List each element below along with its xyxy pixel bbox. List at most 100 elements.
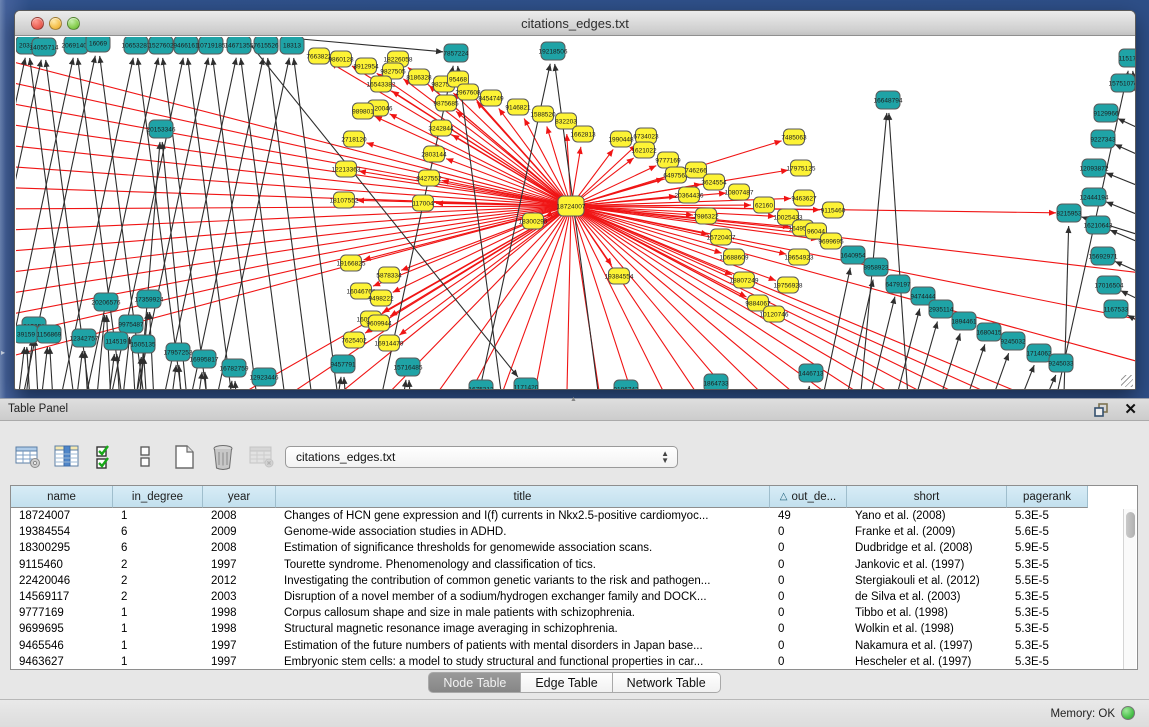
graph-edge[interactable]: [202, 58, 289, 389]
column-header-label: title: [514, 491, 532, 503]
graph-edge[interactable]: [16, 55, 571, 206]
graph-node-label: 3242844: [428, 126, 454, 133]
graph-edge[interactable]: [188, 58, 241, 389]
scrollbar-thumb[interactable]: [1126, 512, 1135, 538]
table-type-tabs: Node TableEdge TableNetwork Table: [0, 672, 1149, 693]
column-header-pagerank[interactable]: pagerank: [1007, 486, 1088, 508]
graph-node-label: 832203: [555, 119, 577, 126]
table-row[interactable]: 911546021997Tourette syndrome. Phenomeno…: [11, 557, 1137, 573]
table-row[interactable]: 1872400712008Changes of HCN gene express…: [11, 508, 1137, 524]
edge-arrowhead: [28, 58, 34, 65]
graph-edge[interactable]: [571, 206, 776, 281]
column-header-in-degree[interactable]: in_degree: [113, 486, 203, 508]
splitter-handle-icon[interactable]: ▲: [570, 396, 577, 403]
graph-edge[interactable]: [213, 58, 266, 389]
graph-node-label: 17359924: [135, 297, 164, 304]
edge-arrowhead: [784, 196, 791, 202]
memory-status-label: Memory: OK: [1050, 708, 1115, 720]
table-row[interactable]: 969969511998Structural magnetic resonanc…: [11, 621, 1137, 637]
column-header-title[interactable]: title: [276, 486, 770, 508]
graph-edge[interactable]: [1134, 90, 1135, 118]
table-cell-short: Yano et al. (2008): [847, 510, 1007, 522]
edge-arrowhead: [179, 58, 185, 65]
table-row[interactable]: 2242004622012Investigating the contribut…: [11, 573, 1137, 589]
graph-edge[interactable]: [390, 114, 571, 206]
window-titlebar[interactable]: citations_edges.txt: [15, 11, 1135, 36]
graph-edge[interactable]: [571, 206, 1135, 327]
graph-edge[interactable]: [1118, 118, 1135, 148]
column-header-name[interactable]: name: [11, 486, 113, 508]
graph-edge[interactable]: [1133, 71, 1135, 389]
graph-node-label: 9699695: [818, 239, 844, 246]
table-row[interactable]: 1830029562008Estimation of significance …: [11, 540, 1137, 556]
graph-node-label: 114519: [105, 339, 127, 346]
table-row[interactable]: 1938455462009Genome-wide association stu…: [11, 524, 1137, 540]
graph-edge[interactable]: [16, 206, 571, 209]
graph-node-label: 1714062: [1026, 351, 1052, 358]
column-header-year[interactable]: year: [203, 486, 276, 508]
graph-edge[interactable]: [107, 315, 115, 389]
float-panel-icon[interactable]: [1094, 402, 1111, 417]
graph-edge[interactable]: [566, 206, 571, 389]
column-header-label: name: [47, 491, 76, 503]
graph-node-label: 20153346: [147, 127, 176, 134]
edge-arrowhead: [341, 377, 347, 384]
window-resize-grip[interactable]: [1121, 375, 1133, 387]
graph-edge[interactable]: [571, 206, 966, 389]
graph-edge[interactable]: [268, 58, 321, 389]
graph-edge[interactable]: [799, 386, 809, 389]
graph-edge[interactable]: [188, 372, 202, 389]
select-all-icon[interactable]: [92, 443, 120, 471]
close-panel-icon[interactable]: ✕: [1124, 400, 1137, 418]
table-row[interactable]: 946554611997Estimation of the future num…: [11, 638, 1137, 654]
sort-ascending-icon: △: [780, 491, 788, 502]
graph-node-label: 5878334: [376, 273, 402, 280]
column-header-short[interactable]: short: [847, 486, 1007, 508]
graph-node-label: 18724007: [557, 204, 586, 211]
graph-node-label: 1864733: [703, 381, 729, 388]
table-selector-dropdown[interactable]: citations_edges.txt ▲▼: [285, 446, 678, 468]
graph-edge[interactable]: [919, 333, 960, 389]
new-table-icon[interactable]: [170, 443, 198, 471]
show-columns-icon[interactable]: [53, 443, 81, 471]
graph-node-label: 9457791: [330, 362, 356, 369]
graph-edge[interactable]: [90, 315, 105, 389]
memory-status-indicator-icon[interactable]: [1121, 706, 1135, 720]
table-row[interactable]: 946362711997Embryonic stem cells: a mode…: [11, 654, 1137, 670]
graph-node-label: 2967608: [455, 90, 481, 97]
table-cell-short: Nakamura et al. (1997): [847, 640, 1007, 652]
graph-edge[interactable]: [1115, 144, 1135, 174]
graph-edge[interactable]: [526, 206, 571, 389]
graph-edge[interactable]: [571, 206, 806, 389]
graph-node-label: 12093872: [1080, 166, 1109, 173]
graph-edge[interactable]: [375, 116, 571, 206]
graph-edge[interactable]: [1016, 375, 1056, 389]
table-vertical-scrollbar[interactable]: [1123, 509, 1136, 669]
tab-edge-table[interactable]: Edge Table: [521, 672, 612, 693]
table-row[interactable]: 1456911722003Disruption of a novel membe…: [11, 589, 1137, 605]
rows-icon[interactable]: [131, 443, 159, 471]
network-canvas[interactable]: 2031214055714206914061606910653287152760…: [16, 37, 1135, 389]
column-header-out-de-[interactable]: △out_de...: [770, 486, 847, 508]
network-view-window: citations_edges.txt 20312140557142069140…: [14, 10, 1136, 390]
tab-network-table[interactable]: Network Table: [613, 672, 721, 693]
edge-arrowhead: [446, 158, 454, 164]
collapse-arrow-icon[interactable]: ▸: [1, 348, 5, 357]
graph-edge[interactable]: [896, 322, 937, 389]
edge-arrowhead: [392, 91, 400, 97]
delete-column-icon[interactable]: [248, 443, 276, 471]
edge-arrowhead: [980, 344, 986, 352]
delete-table-icon[interactable]: [209, 443, 237, 471]
graph-edge[interactable]: [241, 58, 294, 389]
graph-edge[interactable]: [968, 353, 1009, 389]
tab-node-table[interactable]: Node Table: [428, 672, 521, 693]
graph-edge[interactable]: [16, 165, 571, 206]
graph-edge[interactable]: [1106, 173, 1135, 203]
table-row[interactable]: 977716911998Corpus callosum shape and si…: [11, 605, 1137, 621]
table-cell-short: Jankovic et al. (1997): [847, 559, 1007, 571]
table-mode-icon[interactable]: [14, 443, 42, 471]
graph-edge[interactable]: [35, 339, 43, 389]
graph-node-label: 19756928: [774, 283, 803, 290]
edge-arrowhead: [136, 58, 142, 65]
edge-arrowhead: [154, 58, 160, 65]
